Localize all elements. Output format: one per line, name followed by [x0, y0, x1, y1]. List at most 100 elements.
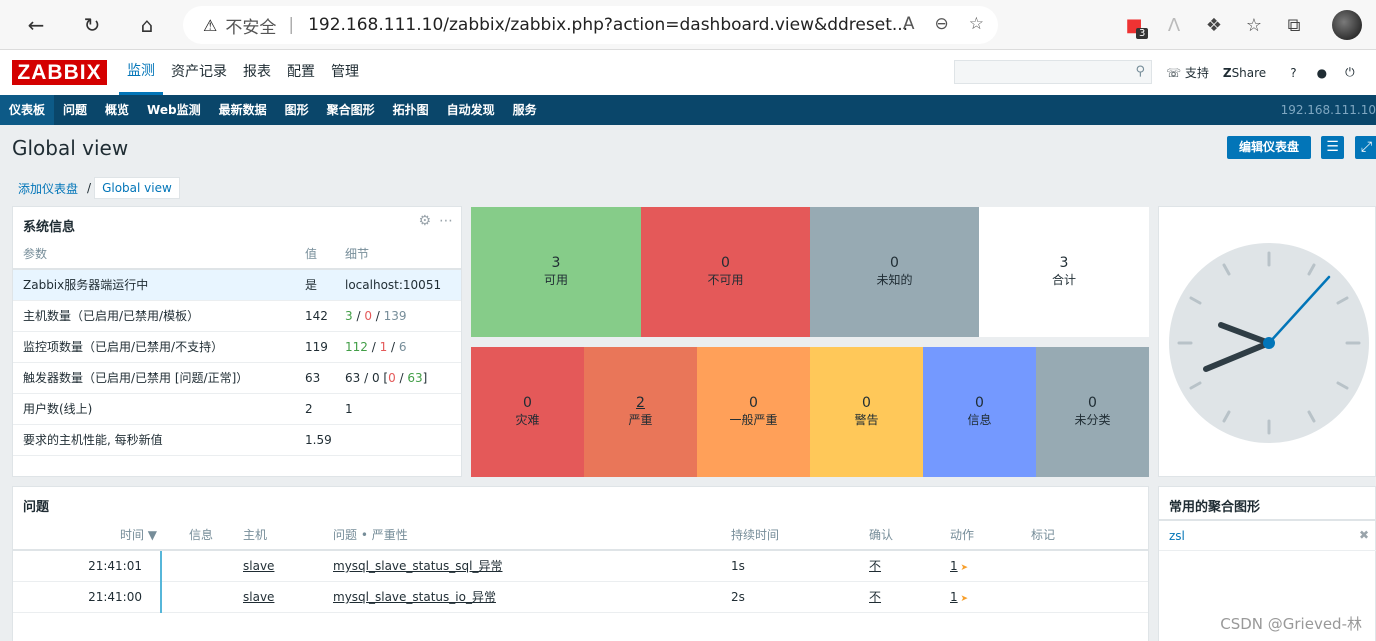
- back-icon[interactable]: ←: [22, 11, 50, 39]
- address-bar[interactable]: ⚠ 不安全 | 192.168.111.10/zabbix/zabbix.php…: [183, 6, 998, 44]
- more-icon[interactable]: ⋯: [439, 213, 453, 229]
- zabbix-logo[interactable]: ZABBIX: [12, 60, 107, 85]
- problems-title: 问题: [23, 500, 50, 515]
- problem-time[interactable]: 21:41:00: [13, 581, 161, 613]
- tile-count: 0: [1088, 395, 1097, 411]
- availability-tile-total[interactable]: 3 合计: [979, 207, 1149, 337]
- search-icon[interactable]: ⚲: [1135, 64, 1145, 79]
- breadcrumb-dashboards[interactable]: 添加仪表盘: [12, 180, 84, 197]
- submenu-latest-data[interactable]: 最新数据: [210, 95, 276, 125]
- read-aloud-icon[interactable]: A: [903, 14, 915, 34]
- tile-count: 0: [975, 395, 984, 411]
- clock-icon: [1169, 243, 1369, 443]
- tile-label: 严重: [628, 413, 653, 427]
- breadcrumb-current[interactable]: Global view: [94, 177, 180, 199]
- value-cell: 2: [295, 393, 335, 425]
- problem-host[interactable]: slave: [243, 581, 333, 613]
- search-input[interactable]: ⚲: [954, 60, 1152, 84]
- problem-name[interactable]: mysql_slave_status_sql_异常: [333, 550, 731, 582]
- value-cell: 142: [295, 300, 335, 332]
- extension-icon-a[interactable]: Λ: [1154, 15, 1194, 36]
- remove-icon[interactable]: ✖: [1359, 528, 1369, 542]
- menu-reports[interactable]: 报表: [235, 50, 279, 95]
- submenu-screens[interactable]: 聚合图形: [318, 95, 384, 125]
- table-row: Zabbix服务器端运行中 是 localhost:10051: [13, 269, 461, 301]
- submenu-maps[interactable]: 拓扑图: [384, 95, 438, 125]
- severity-tile-information[interactable]: 0 信息: [923, 347, 1036, 477]
- table-row: 用户数(线上) 2 1: [13, 393, 461, 425]
- submenu-problems[interactable]: 问题: [54, 95, 96, 125]
- col-tags: 标记: [1031, 519, 1148, 551]
- help-icon[interactable]: ?: [1290, 66, 1296, 80]
- problem-ack[interactable]: 不: [869, 581, 950, 613]
- tile-count: 0: [890, 255, 899, 271]
- problem-name[interactable]: mysql_slave_status_io_异常: [333, 581, 731, 613]
- breadcrumb-separator: /: [87, 181, 92, 195]
- severity-tile-not-classified[interactable]: 0 未分类: [1036, 347, 1149, 477]
- favorite-add-icon[interactable]: ☆: [969, 14, 984, 34]
- user-icon[interactable]: ●: [1317, 66, 1327, 80]
- problem-host[interactable]: slave: [243, 550, 333, 582]
- menu-inventory[interactable]: 资产记录: [163, 50, 235, 95]
- availability-tile-available[interactable]: 3 可用: [471, 207, 641, 337]
- table-row: 监控项数量（已启用/已禁用/不支持） 119 112 / 1 / 6: [13, 331, 461, 363]
- col-host: 主机: [243, 519, 333, 551]
- problem-actions[interactable]: 1 ➤: [950, 550, 1031, 582]
- param-cell: 监控项数量（已启用/已禁用/不支持）: [13, 331, 295, 363]
- severity-tile-average[interactable]: 0 一般严重: [697, 347, 810, 477]
- severity-tile-disaster[interactable]: 0 灾难: [471, 347, 584, 477]
- avatar[interactable]: [1332, 10, 1362, 40]
- problem-duration: 2s: [731, 581, 869, 613]
- col-ack: 确认: [869, 519, 950, 551]
- value-cell: 119: [295, 331, 335, 363]
- detail-cell: 112 / 1 / 6: [335, 331, 461, 363]
- col-info: 信息: [161, 519, 243, 551]
- submenu-discovery[interactable]: 自动发现: [438, 95, 504, 125]
- availability-tile-unavailable[interactable]: 0 不可用: [641, 207, 810, 337]
- share-link[interactable]: ZShare: [1223, 66, 1266, 80]
- submenu-web[interactable]: Web监测: [138, 95, 210, 125]
- refresh-icon[interactable]: ↻: [78, 11, 106, 39]
- table-row: 主机数量（已启用/已禁用/模板） 142 3 / 0 / 139: [13, 300, 461, 332]
- favorite-screen-link[interactable]: zsl: [1169, 529, 1185, 543]
- tile-count[interactable]: 2: [584, 395, 697, 411]
- problem-ack[interactable]: 不: [869, 550, 950, 582]
- submenu-dashboard[interactable]: 仪表板: [0, 95, 55, 125]
- col-problem: 问题 • 严重性: [333, 519, 731, 551]
- problem-tags: [1031, 550, 1148, 582]
- availability-tile-unknown[interactable]: 0 未知的: [810, 207, 979, 337]
- system-info-title: 系统信息: [23, 220, 76, 235]
- fullscreen-button[interactable]: ⤢: [1355, 136, 1376, 159]
- menu-button[interactable]: ☰: [1321, 136, 1344, 159]
- menu-administration[interactable]: 管理: [323, 50, 367, 95]
- edit-dashboard-button[interactable]: 编辑仪表盘: [1227, 136, 1311, 159]
- home-icon[interactable]: ⌂: [133, 11, 161, 39]
- power-icon[interactable]: ⏻: [1345, 65, 1355, 80]
- support-link[interactable]: ☏ 支持: [1166, 64, 1209, 81]
- favorites-icon[interactable]: ☆: [1234, 15, 1274, 36]
- menu-configuration[interactable]: 配置: [279, 50, 323, 95]
- browser-toolbar: ← ↻ ⌂ ⚠ 不安全 | 192.168.111.10/zabbix/zabb…: [0, 0, 1376, 50]
- col-time[interactable]: 时间 ▼: [13, 519, 161, 551]
- gear-icon[interactable]: ⚙: [418, 213, 431, 229]
- submenu-overview[interactable]: 概览: [96, 95, 138, 125]
- tile-count: 3: [1059, 255, 1069, 271]
- zoom-icon[interactable]: ⊖: [935, 14, 949, 34]
- submenu-services[interactable]: 服务: [504, 95, 546, 125]
- problem-time[interactable]: 21:41:01: [13, 550, 161, 582]
- tile-label: 信息: [967, 413, 992, 427]
- separator: |: [288, 15, 295, 35]
- severity-tile-warning[interactable]: 0 警告: [810, 347, 923, 477]
- extension-icon-red[interactable]: ■ 3: [1114, 15, 1154, 39]
- tile-count: 3: [551, 255, 561, 271]
- severity-tile-high[interactable]: 2 严重: [584, 347, 697, 477]
- page-title: Global view: [12, 136, 129, 160]
- table-row: 21:41:01 slave mysql_slave_status_sql_异常…: [13, 550, 1148, 582]
- watermark: CSDN @Grieved-林: [1220, 615, 1362, 633]
- submenu-graphs[interactable]: 图形: [276, 95, 318, 125]
- collections-icon[interactable]: ⧉: [1274, 15, 1314, 36]
- tile-label: 一般严重: [729, 413, 778, 427]
- extensions-icon[interactable]: ❖: [1194, 15, 1234, 36]
- problem-actions[interactable]: 1 ➤: [950, 581, 1031, 613]
- menu-monitoring[interactable]: 监测: [119, 50, 163, 95]
